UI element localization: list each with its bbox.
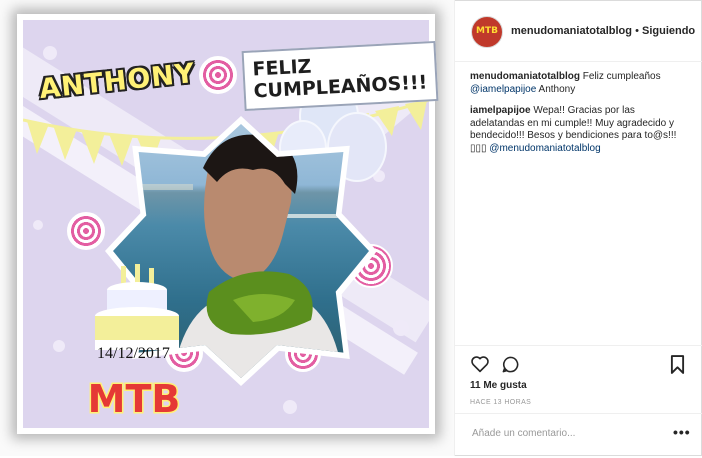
- comments-list: menudomaniatotalblog Feliz cumpleaños @i…: [470, 71, 692, 164]
- comment-text: Anthony: [536, 83, 576, 95]
- header-user-line: menudomaniatotalblog • Siguiendo: [511, 25, 695, 37]
- actions-section: 11 Me gusta HACE 13 HORAS •••: [455, 345, 702, 457]
- post-timestamp[interactable]: HACE 13 HORAS: [470, 399, 531, 406]
- comment-text: Feliz cumpleaños: [580, 71, 661, 82]
- add-comment-input[interactable]: [470, 427, 664, 440]
- decor-dot: [283, 400, 297, 414]
- comment-icon[interactable]: [501, 355, 520, 379]
- decor-dot: [53, 340, 65, 352]
- greeting-text: FELIZ CUMPLEAÑOS!!!: [251, 55, 428, 103]
- birthday-card: ANTHONY FELIZ CUMPLEAÑOS!!! 14/12/2017 M…: [17, 14, 439, 434]
- decor-dot: [33, 220, 43, 230]
- following-button[interactable]: Siguiendo: [642, 25, 695, 37]
- mention-link[interactable]: @iamelpapijoe: [470, 84, 536, 95]
- mtb-logo: MTB: [86, 376, 182, 421]
- mention-link[interactable]: @menudomaniatotalblog: [489, 143, 600, 154]
- comment: menudomaniatotalblog Feliz cumpleaños @i…: [470, 71, 692, 96]
- post-header: MTB menudomaniatotalblog • Siguiendo: [455, 0, 702, 62]
- likes-count[interactable]: 11 Me gusta: [470, 380, 527, 391]
- svg-text:MTB: MTB: [88, 377, 181, 420]
- post-sidebar: MTB menudomaniatotalblog • Siguiendo men…: [454, 0, 702, 456]
- post-image[interactable]: ANTHONY FELIZ CUMPLEAÑOS!!! 14/12/2017 M…: [0, 0, 454, 456]
- swirl-decoration: [67, 212, 105, 250]
- add-comment-bar: •••: [455, 413, 702, 458]
- avatar[interactable]: MTB: [471, 16, 503, 48]
- comment-username[interactable]: menudomaniatotalblog: [470, 71, 580, 82]
- greeting-banner: FELIZ CUMPLEAÑOS!!!: [241, 40, 439, 112]
- swirl-decoration: [199, 56, 237, 94]
- comment-username[interactable]: iamelpapijoe: [470, 105, 531, 116]
- username-link[interactable]: menudomaniatotalblog: [511, 25, 632, 37]
- comment: iamelpapijoe Wepa!! Gracias por las adel…: [470, 105, 692, 155]
- decor-dot: [393, 320, 409, 336]
- heart-icon[interactable]: [470, 355, 490, 378]
- avatar-logo-text: MTB: [476, 26, 498, 36]
- bookmark-icon[interactable]: [670, 355, 685, 379]
- more-options-button[interactable]: •••: [673, 424, 691, 440]
- separator-dot: •: [635, 25, 639, 37]
- decor-dot: [43, 46, 57, 60]
- card-date-text: 14/12/2017: [97, 345, 170, 362]
